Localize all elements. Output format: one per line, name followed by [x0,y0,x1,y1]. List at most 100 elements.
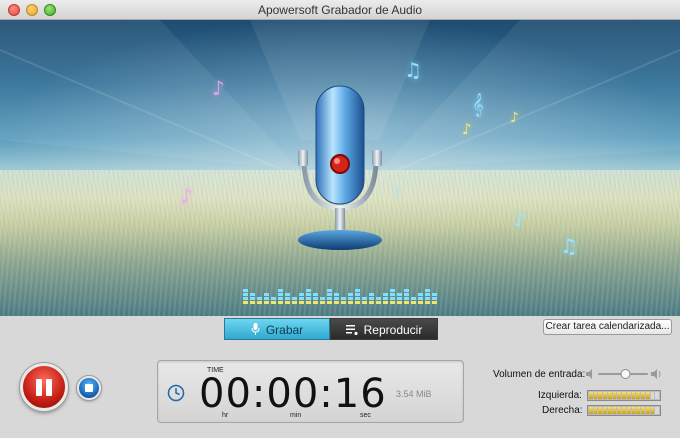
visualizer-bar [355,301,360,304]
visualizer-bar [320,301,325,304]
visualizer-bar [397,297,402,300]
visualizer-bar [306,293,311,296]
visualizer-bar [432,301,437,304]
visualizer-bar [306,297,311,300]
tab-record-label: Grabar [265,323,304,337]
meter-segment [607,407,612,414]
visualizer-bar [369,297,374,300]
meter-segment [612,392,617,399]
visualizer-bar [418,301,423,304]
visualizer-bar [313,301,318,304]
meter-segment [617,407,622,414]
zoom-icon[interactable] [44,4,56,16]
right-channel-meter [587,405,661,416]
visualizer-bar [411,297,416,300]
meter-segment [603,392,607,399]
visualizer-bar [418,293,423,296]
meter-segment [636,407,641,414]
visualizer-bar [369,293,374,296]
visualizer-bar [404,289,409,292]
meter-segment [655,407,660,414]
meter-segment [598,407,603,414]
visualizer-bar [327,297,332,300]
meter-segment [636,392,641,399]
schedule-task-button[interactable]: Crear tarea calendarizada... [543,319,672,335]
tab-record[interactable]: Grabar [224,318,330,340]
visualizer-bar [425,293,430,296]
visualizer-bar [362,297,367,300]
visualizer-bar [355,289,360,292]
visualizer-bar [264,297,269,300]
visualizer-bar [411,301,416,304]
visualizer-bar [362,301,367,304]
visualizer-bar [376,297,381,300]
visualizer-bar [404,301,409,304]
meter-segment [626,392,631,399]
visualizer-bar [278,293,283,296]
meter-segment [612,407,617,414]
meter-segment [603,407,607,414]
meter-segment [645,392,650,399]
visualizer-bar [390,289,395,292]
unit-min: min [290,412,302,419]
visualizer-bar [390,301,395,304]
meter-segment [589,392,593,399]
visualizer-bar [404,297,409,300]
speaker-high-icon [651,369,661,379]
meter-segment [645,407,650,414]
visualizer-bar [334,301,339,304]
right-channel-label: Derecha: [542,405,583,416]
visualizer-bar [327,293,332,296]
visualizer-bar [285,301,290,304]
meter-segment [598,392,603,399]
minimize-icon[interactable] [26,4,38,16]
volume-knob[interactable] [620,369,631,379]
meter-segment [655,392,660,399]
window-title: Apowersoft Grabador de Audio [257,3,423,17]
left-channel-label: Izquierda: [538,390,582,401]
visualizer-bar [271,297,276,300]
visualizer-bar [299,301,304,304]
visualizer-bar [327,301,332,304]
visualizer-bar [313,297,318,300]
visualizer-bar [264,293,269,296]
visualizer-bar [397,301,402,304]
visualizer-bar [390,297,395,300]
visualizer-bar [383,297,388,300]
close-icon[interactable] [8,4,20,16]
visualizer-bar [376,301,381,304]
visualizer-bar [257,301,262,304]
visualizer-bar [334,297,339,300]
visualizer-bar [390,293,395,296]
pause-button[interactable] [20,363,68,411]
visualizer-bar [425,301,430,304]
visualizer-bar [292,297,297,300]
visualizer-bar [341,301,346,304]
visualizer-bar [306,301,311,304]
elapsed-time: 00:00:16 [199,371,387,417]
visualizer-bar [250,293,255,296]
stop-button[interactable] [77,376,101,400]
visualizer-bar [264,301,269,304]
meter-segment [631,392,636,399]
input-volume-slider[interactable] [585,367,663,381]
visualizer-bar [432,297,437,300]
meter-segment [641,392,645,399]
meter-segment [626,407,631,414]
visualizer-bar [257,297,262,300]
tab-playback[interactable]: Reproducir [330,318,438,340]
visualizer-bar [292,301,297,304]
visualizer-bar [278,301,283,304]
clock-icon [167,384,185,402]
speaker-low-icon [586,369,592,379]
meter-segment [622,392,626,399]
meter-segment [593,392,598,399]
input-volume-label: Volumen de entrada: [493,369,586,380]
visualizer-bar [383,293,388,296]
visualizer-bar [285,297,290,300]
title-bar: Apowersoft Grabador de Audio [0,0,680,20]
file-size: 3.54 MiB [396,389,432,399]
meter-segment [589,407,593,414]
visualizer-bar [355,297,360,300]
visualizer-bar [299,293,304,296]
